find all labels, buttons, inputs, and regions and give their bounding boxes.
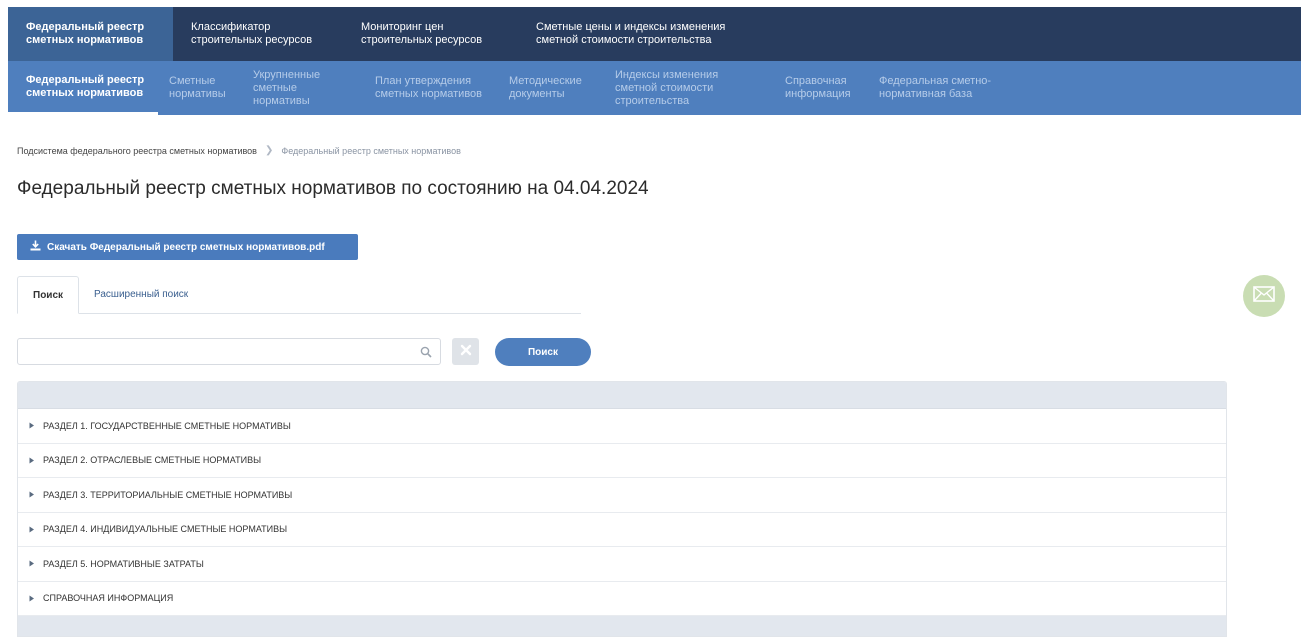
topnav-item-label: Федеральный реестр сметных нормативов [26, 21, 145, 46]
tab-label: Поиск [33, 289, 64, 301]
tree-row-label: СПРАВОЧНАЯ ИНФОРМАЦИЯ [43, 593, 174, 604]
caret-right-icon [29, 457, 43, 464]
top-navigation: Федеральный реестр сметных нормативов Кл… [8, 7, 1301, 61]
tree-row-label: РАЗДЕЛ 2. ОТРАСЛЕВЫЕ СМЕТНЫЕ НОРМАТИВЫ [43, 455, 262, 466]
topnav-item-estimate-prices[interactable]: Сметные цены и индексы изменения сметной… [518, 7, 748, 61]
topnav-item-label: Мониторинг цен строительных ресурсов [361, 21, 483, 46]
topnav-item-label: Сметные цены и индексы изменения сметной… [536, 21, 726, 46]
search-input[interactable] [18, 339, 408, 364]
search-tabs: Поиск Расширенный поиск [17, 276, 581, 314]
topnav-item-label: Классификатор строительных ресурсов [191, 21, 313, 46]
subnav-item-label: Справочная информация [785, 75, 851, 100]
subnav-item-estimate-norms[interactable]: Сметные нормативы [158, 61, 242, 115]
subnav-item-enlarged-norms[interactable]: Укрупненные сметные нормативы [242, 61, 364, 115]
feedback-mail-button[interactable] [1243, 275, 1285, 317]
subnav-item-label: Методические документы [509, 75, 582, 100]
tree-row-label: РАЗДЕЛ 4. ИНДИВИДУАЛЬНЫЕ СМЕТНЫЕ НОРМАТИ… [43, 524, 288, 535]
subnav-item-approval-plan[interactable]: План утверждения сметных нормативов [364, 61, 498, 115]
search-field [17, 338, 441, 365]
breadcrumb-root-link[interactable]: Подсистема федерального реестра сметных … [17, 146, 257, 156]
close-icon [460, 343, 472, 361]
topnav-item-federal-registry[interactable]: Федеральный реестр сметных нормативов [8, 7, 173, 61]
mail-icon [1253, 285, 1275, 307]
caret-right-icon [29, 422, 43, 429]
sub-navigation: Федеральный реестр сметных нормативов См… [8, 61, 1301, 115]
tree-row[interactable]: РАЗДЕЛ 1. ГОСУДАРСТВЕННЫЕ СМЕТНЫЕ НОРМАТ… [18, 409, 1226, 444]
tab-search[interactable]: Поиск [17, 276, 80, 314]
subnav-item-label: Укрупненные сметные нормативы [253, 68, 321, 107]
download-pdf-button[interactable]: Скачать Федеральный реестр сметных норма… [17, 234, 358, 260]
topnav-item-price-monitoring[interactable]: Мониторинг цен строительных ресурсов [343, 7, 518, 61]
tree-row-label: РАЗДЕЛ 1. ГОСУДАРСТВЕННЫЕ СМЕТНЫЕ НОРМАТ… [43, 420, 291, 431]
caret-right-icon [29, 595, 43, 602]
tree-row-label: РАЗДЕЛ 3. ТЕРРИТОРИАЛЬНЫЕ СМЕТНЫЕ НОРМАТ… [43, 489, 293, 500]
topnav-item-resource-classifier[interactable]: Классификатор строительных ресурсов [173, 7, 343, 61]
subnav-item-label: Федеральная сметно-нормативная база [879, 75, 992, 100]
tab-advanced-search[interactable]: Расширенный поиск [79, 275, 203, 313]
subnav-item-cost-indices[interactable]: Индексы изменения сметной стоимости стро… [604, 61, 774, 115]
caret-right-icon [29, 491, 43, 498]
caret-right-icon [29, 560, 43, 567]
search-icon[interactable] [420, 345, 432, 358]
download-pdf-label: Скачать Федеральный реестр сметных норма… [47, 241, 325, 253]
chevron-right-icon: ❯ [264, 145, 274, 156]
subnav-item-label: План утверждения сметных нормативов [375, 75, 483, 100]
tree-row[interactable]: СПРАВОЧНАЯ ИНФОРМАЦИЯ [18, 581, 1226, 616]
subnav-item-federal-base[interactable]: Федеральная сметно-нормативная база [868, 61, 1008, 115]
clear-search-button[interactable] [452, 338, 479, 365]
tree-row-label: РАЗДЕЛ 5. НОРМАТИВНЫЕ ЗАТРАТЫ [43, 558, 204, 569]
tree-row[interactable]: РАЗДЕЛ 3. ТЕРРИТОРИАЛЬНЫЕ СМЕТНЫЕ НОРМАТ… [18, 478, 1226, 513]
breadcrumb-current: Федеральный реестр сметных нормативов [281, 145, 461, 156]
subnav-item-label: Сметные нормативы [169, 75, 226, 100]
tree-row[interactable]: РАЗДЕЛ 4. ИНДИВИДУАЛЬНЫЕ СМЕТНЫЕ НОРМАТИ… [18, 512, 1226, 547]
subnav-item-label: Индексы изменения сметной стоимости стро… [615, 68, 719, 107]
download-icon [30, 240, 41, 254]
tree-footer [18, 616, 1226, 636]
page-title: Федеральный реестр сметных нормативов по… [17, 178, 649, 199]
search-button-label: Поиск [527, 346, 558, 358]
breadcrumb: Подсистема федерального реестра сметных … [17, 145, 461, 156]
caret-right-icon [29, 526, 43, 533]
tree-header [18, 382, 1226, 409]
tab-label: Расширенный поиск [94, 288, 189, 300]
tree-row[interactable]: РАЗДЕЛ 2. ОТРАСЛЕВЫЕ СМЕТНЫЕ НОРМАТИВЫ [18, 443, 1226, 478]
registry-tree: РАЗДЕЛ 1. ГОСУДАРСТВЕННЫЕ СМЕТНЫЕ НОРМАТ… [17, 381, 1227, 637]
subnav-item-methodical-documents[interactable]: Методические документы [498, 61, 604, 115]
subnav-item-federal-registry[interactable]: Федеральный реестр сметных нормативов [8, 61, 158, 115]
subnav-item-reference-info[interactable]: Справочная информация [774, 61, 868, 115]
search-button[interactable]: Поиск [495, 338, 591, 366]
page: Федеральный реестр сметных нормативов Кл… [0, 0, 1301, 637]
tree-row[interactable]: РАЗДЕЛ 5. НОРМАТИВНЫЕ ЗАТРАТЫ [18, 547, 1226, 582]
subnav-item-label: Федеральный реестр сметных нормативов [26, 73, 145, 99]
